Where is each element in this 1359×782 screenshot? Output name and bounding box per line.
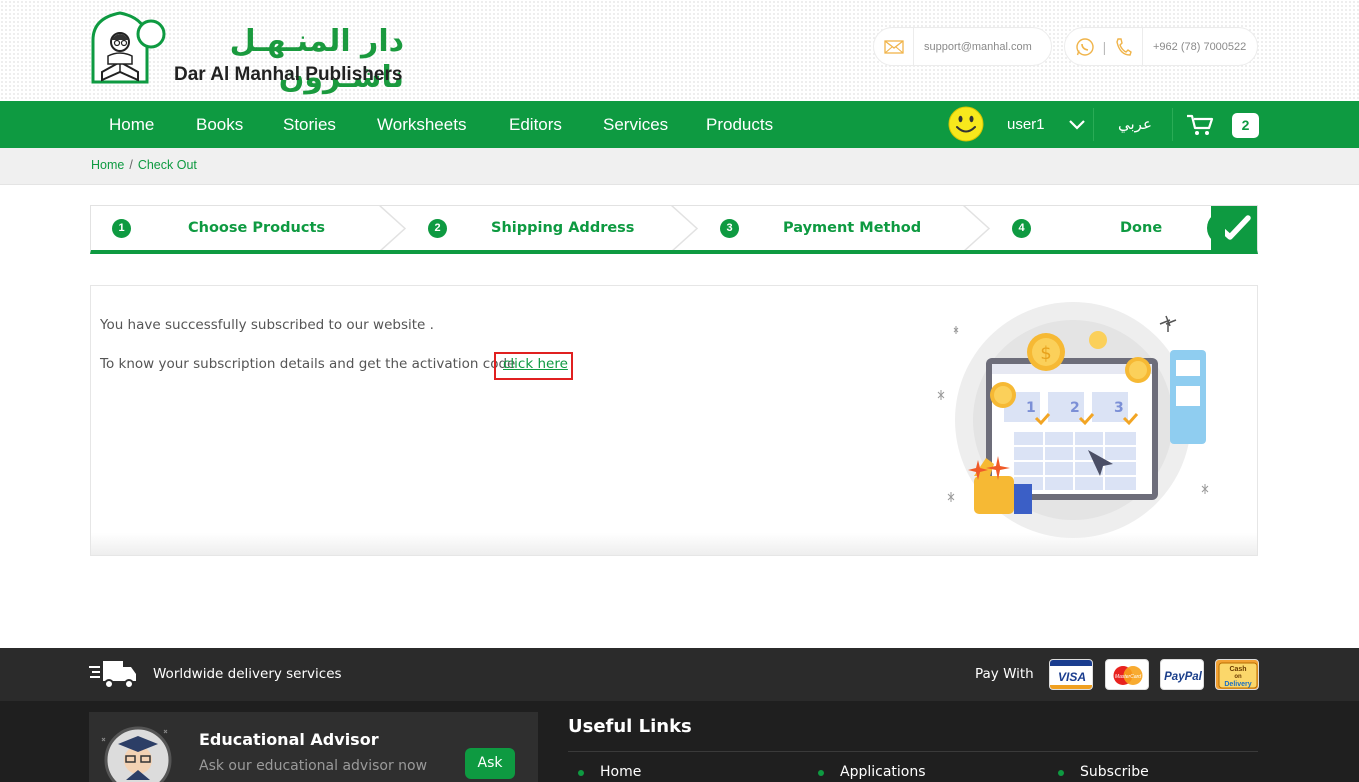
nav-item-worksheets[interactable]: Worksheets <box>377 101 466 148</box>
step-number: 1 <box>112 219 131 238</box>
link-bullet <box>1058 770 1064 776</box>
nav-item-services[interactable]: Services <box>603 101 668 148</box>
nav-item-stories[interactable]: Stories <box>283 101 336 148</box>
useful-links-title: Useful Links <box>568 716 692 737</box>
step-choose-products[interactable]: 1 <box>112 206 131 250</box>
advisor-subtitle: Ask our educational advisor now <box>199 758 428 774</box>
mastercard-icon: MasterCard <box>1105 659 1149 690</box>
footer-link-applications[interactable]: Applications <box>840 764 926 780</box>
illustration-label-1: 1 <box>1026 400 1036 416</box>
breadcrumb-bar <box>0 148 1359 185</box>
step-done[interactable]: 4 <box>1012 206 1031 250</box>
ask-advisor-button[interactable]: Ask <box>465 748 515 779</box>
nav-item-home[interactable]: Home <box>109 101 154 148</box>
cash-on-delivery-icon: Cash on Delivery <box>1215 659 1259 690</box>
link-bullet <box>818 770 824 776</box>
username[interactable]: user1 <box>1007 101 1045 148</box>
chevron-down-icon[interactable] <box>1067 115 1087 135</box>
breadcrumb-current[interactable]: Check Out <box>138 158 197 172</box>
delivery-truck-icon <box>89 661 136 689</box>
step-label: Shipping Address <box>491 220 635 236</box>
visa-card-icon: VISA <box>1049 659 1093 690</box>
user-avatar-smiley-icon[interactable] <box>948 106 984 142</box>
checkout-steps: 1 Choose Products 2 Shipping Address 3 P… <box>90 205 1258 254</box>
step-number: 2 <box>428 219 447 238</box>
cart-icon[interactable] <box>1186 113 1214 137</box>
cart-count-badge[interactable]: 2 <box>1232 113 1259 138</box>
paypal-icon: PayPal <box>1160 659 1204 690</box>
cod-line-2: on <box>1234 674 1242 680</box>
nav-divider <box>1172 108 1173 141</box>
site-logo[interactable]: دار المنـهـل ناشـرون Dar Al Manhal Publi… <box>90 10 410 95</box>
logo-english-text: Dar Al Manhal Publishers <box>174 64 403 85</box>
details-message: To know your subscription details and ge… <box>100 356 516 372</box>
breadcrumb-separator: / <box>129 158 133 172</box>
step-payment-method[interactable]: 3 <box>720 206 739 250</box>
step-arrow <box>963 206 991 250</box>
nav-divider <box>1093 108 1094 141</box>
support-phone-text[interactable]: +962 (78) 7000522 <box>1143 41 1246 53</box>
cod-line-3: Delivery <box>1224 681 1251 688</box>
breadcrumb: Home / Check Out <box>91 158 197 172</box>
step-label: Payment Method <box>783 220 922 236</box>
logo-reader-icon <box>91 11 166 84</box>
delivery-text: Worldwide delivery services <box>153 666 342 682</box>
paypal-label: PayPal <box>1164 671 1203 683</box>
breadcrumb-home[interactable]: Home <box>91 158 124 172</box>
success-message: You have successfully subscribed to our … <box>100 317 434 333</box>
whatsapp-icon[interactable] <box>1075 37 1095 57</box>
cod-line-1: Cash <box>1229 666 1246 673</box>
step-arrow <box>671 206 699 250</box>
mail-icon <box>874 28 914 65</box>
useful-links-divider <box>568 751 1258 752</box>
illustration-label-3: 3 <box>1114 400 1124 416</box>
link-bullet <box>578 770 584 776</box>
advisor-avatar-icon <box>101 726 172 782</box>
phone-separator: | <box>1102 38 1107 55</box>
support-email-pill[interactable]: support@manhal.com <box>873 27 1052 66</box>
step-label: Choose Products <box>188 220 325 236</box>
footer-link-home[interactable]: Home <box>600 764 641 780</box>
step-number: 3 <box>720 219 739 238</box>
visa-label: VISA <box>1058 670 1086 684</box>
support-phone-pill[interactable]: | +962 (78) 7000522 <box>1064 27 1258 66</box>
mastercard-label: MasterCard <box>1115 674 1141 680</box>
pay-with-label: Pay With <box>975 666 1034 682</box>
illustration-label-2: 2 <box>1070 400 1080 416</box>
step-label: Done <box>1120 220 1163 236</box>
svg-text:$: $ <box>1040 343 1051 364</box>
step-number: 4 <box>1012 219 1031 238</box>
footer-link-subscribe[interactable]: Subscribe <box>1080 764 1149 780</box>
advisor-title: Educational Advisor <box>199 730 379 749</box>
click-here-link[interactable]: click here <box>503 356 568 372</box>
subscription-illustration: 1 2 3 $ <box>937 302 1209 538</box>
nav-item-products[interactable]: Products <box>706 101 773 148</box>
support-email-text[interactable]: support@manhal.com <box>914 41 1032 53</box>
language-switch[interactable]: عربي <box>1118 101 1152 148</box>
nav-item-editors[interactable]: Editors <box>509 101 562 148</box>
nav-item-books[interactable]: Books <box>196 101 243 148</box>
step-arrow <box>379 206 407 250</box>
phone-icon[interactable] <box>1114 37 1132 57</box>
step-shipping-address[interactable]: 2 <box>428 206 447 250</box>
